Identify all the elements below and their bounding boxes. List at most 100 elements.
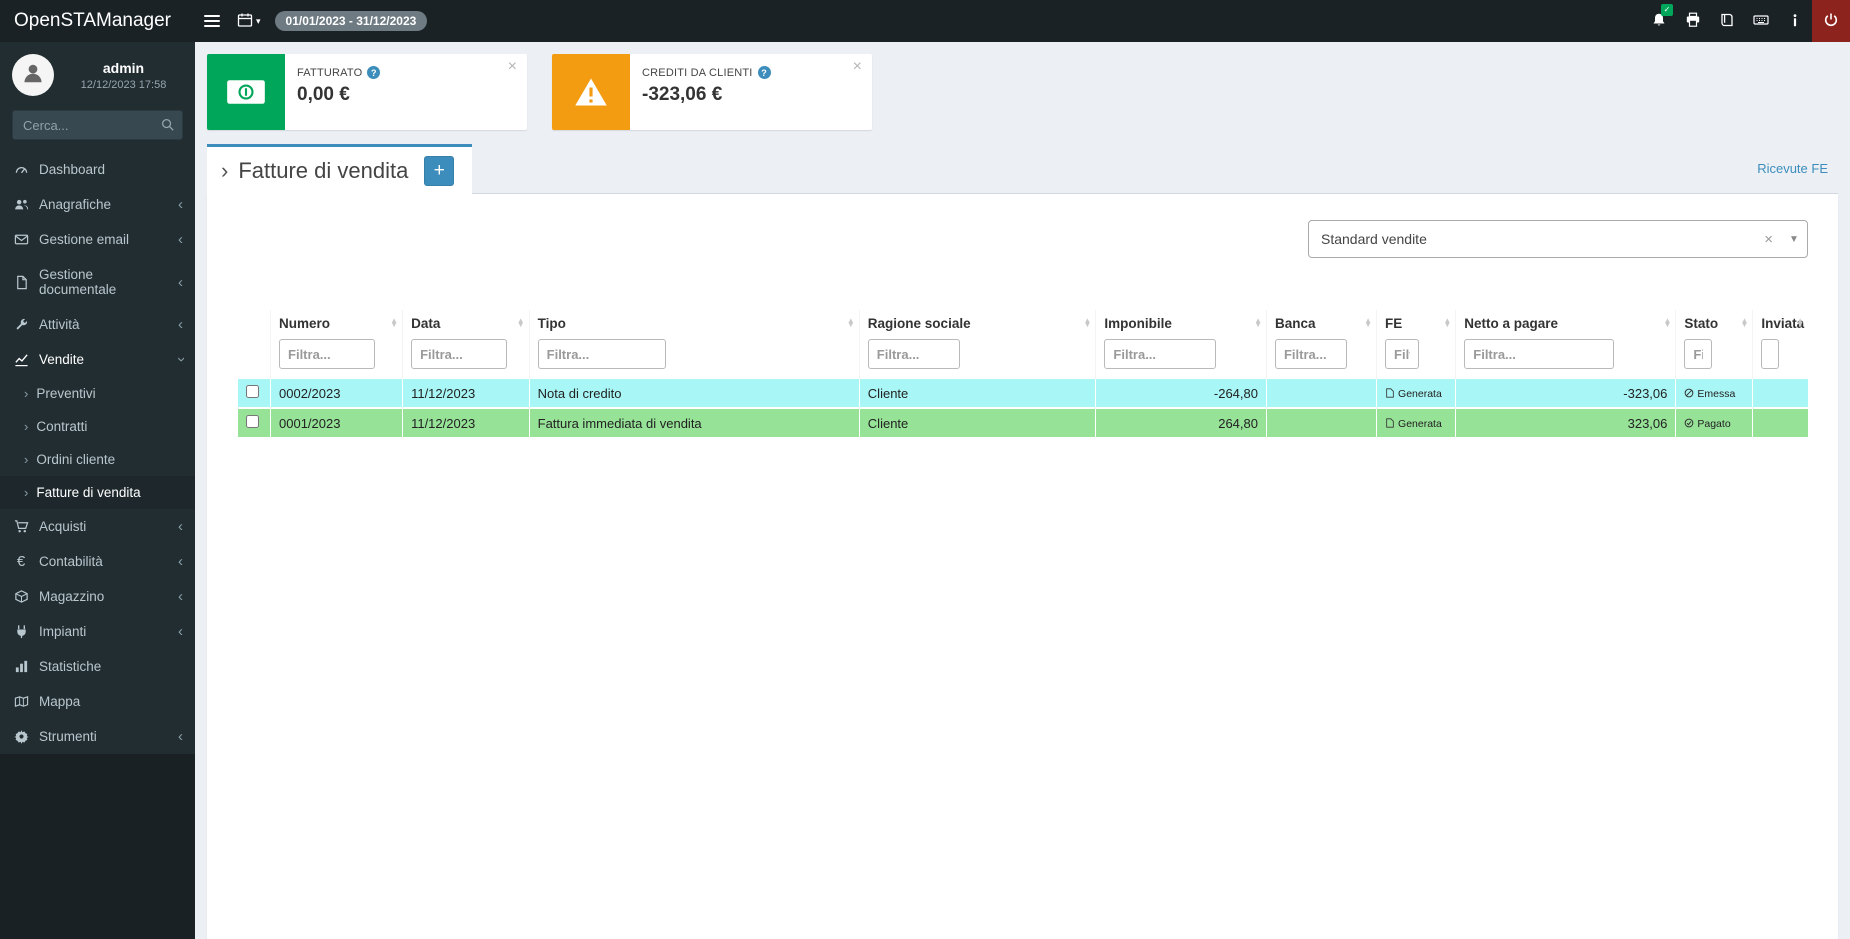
segment-select[interactable]: Standard vendite × ▼ [1308, 220, 1808, 258]
sidebar-item-attivita[interactable]: Attività ‹ [0, 307, 195, 342]
app-logo[interactable]: OpenSTAManager [0, 0, 195, 42]
filter-numero-input[interactable] [279, 339, 376, 369]
power-icon [1823, 12, 1839, 31]
chevron-left-icon: ‹ [178, 623, 183, 640]
column-header-banca[interactable]: Banca ▲ ▼ [1265, 310, 1377, 337]
table-row[interactable]: 0001/2023 11/12/2023 Fattura immediata d… [236, 408, 1808, 439]
info-button[interactable] [1778, 0, 1812, 42]
sidebar-item-label: Attività [39, 317, 80, 332]
banknote-icon [207, 54, 285, 130]
tab-fatture-di-vendita[interactable]: › Fatture di vendita + [207, 144, 473, 194]
column-header-ragione-sociale[interactable]: Ragione sociale ▲ ▼ [858, 310, 1096, 337]
column-header-stato[interactable]: Stato ▲ ▼ [1675, 310, 1753, 337]
clear-selection-icon[interactable]: × [1756, 231, 1781, 248]
book-icon [1719, 12, 1735, 31]
infobox-value: -323,06 € [642, 84, 723, 105]
column-header-fe[interactable]: FE ▲ ▼ [1376, 310, 1456, 337]
cell-inviata [1752, 379, 1808, 409]
row-checkbox[interactable] [246, 415, 259, 428]
cell-stato: Pagato [1675, 408, 1753, 439]
sidebar-item-ordini-cliente[interactable]: › Ordini cliente [0, 443, 195, 476]
sidebar-item-label: Statistiche [39, 659, 102, 674]
sidebar-item-mappa[interactable]: Mappa [0, 684, 195, 719]
sort-icon: ▲ ▼ [1443, 316, 1452, 330]
segment-select-row: Standard vendite × ▼ [237, 220, 1808, 258]
sort-icon: ▲ ▼ [1364, 316, 1373, 330]
help-icon[interactable]: ? [757, 66, 771, 79]
gear-icon [12, 729, 30, 744]
chevron-down-icon: ▼ [1789, 233, 1799, 245]
filter-stato-input[interactable] [1684, 339, 1713, 369]
sidebar-item-impianti[interactable]: Impianti ‹ [0, 614, 195, 649]
filter-fe-input[interactable] [1385, 339, 1420, 369]
status-circle-icon [1684, 388, 1694, 401]
close-icon[interactable]: × [851, 57, 864, 77]
sidebar-item-label: Magazzino [39, 589, 105, 604]
ricevute-fe-link[interactable]: Ricevute FE [1757, 161, 1838, 176]
column-header-data[interactable]: Data ▲ ▼ [402, 310, 530, 337]
search-icon[interactable] [160, 117, 175, 132]
filter-netto-a-pagare-input[interactable] [1464, 339, 1615, 369]
cell-banca [1265, 408, 1377, 439]
sidebar-item-strumenti[interactable]: Strumenti ‹ [0, 719, 195, 754]
filter-banca-input[interactable] [1274, 339, 1347, 369]
cell-data: 11/12/2023 [402, 379, 530, 409]
close-icon[interactable]: × [506, 57, 519, 77]
filter-cell-empty [238, 337, 271, 379]
angle-right-icon: › [24, 452, 29, 467]
cell-fe: Generata [1376, 379, 1456, 409]
users-icon [12, 197, 30, 212]
print-button[interactable] [1676, 0, 1710, 42]
sidebar-item-anagrafiche[interactable]: Anagrafiche ‹ [0, 187, 195, 222]
sort-icon: ▲ ▼ [846, 316, 855, 330]
filter-inviata-input[interactable] [1761, 339, 1780, 369]
plug-icon [12, 624, 30, 639]
infobox-fatturato: FATTURATO ? 0,00 € × [207, 54, 527, 130]
add-record-button[interactable]: + [424, 155, 455, 186]
warning-icon [552, 54, 630, 130]
angle-right-icon: › [24, 485, 29, 500]
notifications-button[interactable]: ✓ [1642, 0, 1676, 42]
filter-data-input[interactable] [411, 339, 508, 369]
sidebar-item-preventivi[interactable]: › Preventivi [0, 377, 195, 410]
column-header-numero[interactable]: Numero ▲ ▼ [270, 310, 403, 337]
user-name[interactable]: admin [103, 60, 144, 76]
date-range-badge[interactable]: 01/01/2023 - 31/12/2023 [274, 11, 428, 31]
avatar[interactable] [12, 54, 54, 96]
sort-icon: ▲ ▼ [1796, 316, 1804, 330]
column-header-inviata[interactable]: Inviata ▲ ▼ [1752, 310, 1808, 337]
cell-tipo: Fattura immediata di vendita [528, 408, 860, 439]
chart-line-icon [12, 352, 30, 367]
row-checkbox[interactable] [246, 385, 259, 398]
segment-select-value: Standard vendite [1321, 231, 1427, 247]
sidebar-item-acquisti[interactable]: Acquisti ‹ [0, 509, 195, 544]
column-header-netto-a-pagare[interactable]: Netto a pagare ▲ ▼ [1455, 310, 1676, 337]
sidebar-item-contabilita[interactable]: € Contabilità ‹ [0, 544, 195, 579]
search-input[interactable] [12, 110, 183, 140]
sidebar-item-contratti[interactable]: › Contratti [0, 410, 195, 443]
sidebar-item-magazzino[interactable]: Magazzino ‹ [0, 579, 195, 614]
sidebar-toggle-button[interactable] [195, 0, 229, 42]
cell-ragione-sociale: Cliente [858, 379, 1096, 409]
sidebar: admin 12/12/2023 17:58 Dashboard Anagraf… [0, 42, 195, 939]
records-panel: Standard vendite × ▼ Numero ▲ ▼ Data ▲ ▼ Tip… [207, 194, 1838, 939]
column-header-imponibile[interactable]: Imponibile ▲ ▼ [1095, 310, 1267, 337]
shortcuts-button[interactable] [1744, 0, 1778, 42]
sidebar-item-dashboard[interactable]: Dashboard [0, 152, 195, 187]
filter-tipo-input[interactable] [537, 339, 666, 369]
sidebar-item-gestione-documentale[interactable]: Gestione documentale ‹ [0, 257, 195, 307]
calendar-button[interactable]: ▾ [229, 0, 269, 42]
logout-button[interactable] [1812, 0, 1850, 42]
filter-ragione-sociale-input[interactable] [867, 339, 960, 369]
infoboxes: FATTURATO ? 0,00 € × CREDITI DA CLIENTI … [207, 54, 1838, 130]
sidebar-item-statistiche[interactable]: Statistiche [0, 649, 195, 684]
manual-button[interactable] [1710, 0, 1744, 42]
table-row[interactable]: 0002/2023 11/12/2023 Nota di credito Cli… [236, 379, 1808, 409]
sidebar-item-fatture-di-vendita[interactable]: › Fatture di vendita [0, 476, 195, 509]
help-icon[interactable]: ? [367, 66, 381, 79]
column-header-tipo[interactable]: Tipo ▲ ▼ [528, 310, 860, 337]
infobox-label: CREDITI DA CLIENTI [642, 66, 753, 79]
filter-imponibile-input[interactable] [1104, 339, 1217, 369]
sidebar-item-gestione-email[interactable]: Gestione email ‹ [0, 222, 195, 257]
sidebar-item-vendite[interactable]: Vendite ‹ [0, 342, 195, 377]
